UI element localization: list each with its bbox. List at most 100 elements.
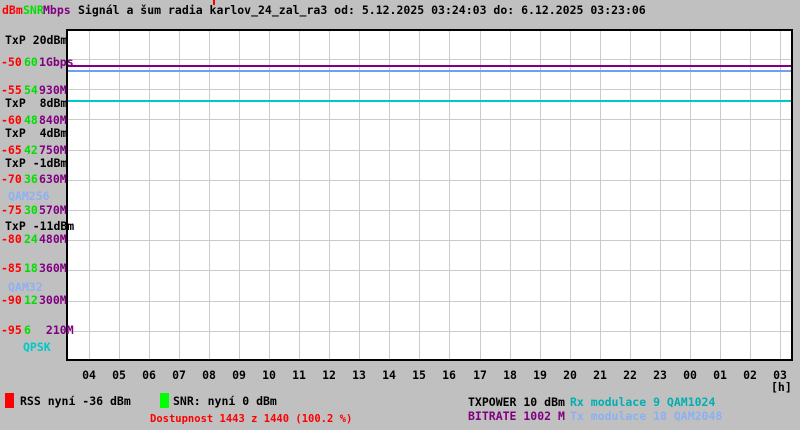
vertical-gridline (89, 31, 90, 359)
mbps-tick: 570M (39, 203, 67, 217)
snr-tick: 18 (24, 261, 38, 275)
x-axis-tick-label: 22 (623, 368, 637, 382)
vertical-gridline (600, 31, 601, 359)
x-axis-tick-label: 05 (112, 368, 126, 382)
vertical-gridline (359, 31, 360, 359)
x-axis-tick-label: 21 (593, 368, 607, 382)
y-axis-row: -85 18 360M (0, 262, 80, 275)
x-axis-tick-label: 02 (743, 368, 757, 382)
unit-mbps-label: Mbps (43, 3, 71, 17)
dbm-tick: -85 (1, 261, 22, 275)
tx-modulace-line (68, 70, 791, 72)
rss-swatch (5, 393, 14, 408)
vertical-gridline (119, 31, 120, 359)
horizontal-gridline (68, 301, 791, 302)
vertical-gridline (449, 31, 450, 359)
y-axis-row: -75 30 570M (0, 204, 80, 217)
vertical-gridline (149, 31, 150, 359)
y-axis-row: QAM256 (0, 190, 80, 203)
rx-modulace-line (68, 100, 791, 102)
x-axis-tick-label: 14 (382, 368, 396, 382)
dbm-tick: -80 (1, 232, 22, 246)
plot-area (66, 29, 793, 361)
snr-swatch (160, 393, 169, 408)
vertical-gridline (540, 31, 541, 359)
x-axis-tick-label: 04 (82, 368, 96, 382)
vertical-gridline (389, 31, 390, 359)
txpower-label: TXPOWER 10 dBm (468, 395, 565, 409)
y-axis-row: -50 60 1Gbps (0, 56, 80, 69)
dbm-tick: -75 (1, 203, 22, 217)
mbps-tick: 360M (39, 261, 67, 275)
x-axis-tick-label: 16 (442, 368, 456, 382)
chart-title: Signál a šum radia karlov_24_zal_ra3 od:… (78, 3, 646, 17)
bitrate-line (68, 65, 791, 67)
txp-tick: TxP -1dBm (5, 156, 68, 170)
x-axis-tick-label: 06 (142, 368, 156, 382)
txp-tick: TxP 4dBm (5, 126, 68, 140)
mbps-tick: 630M (39, 172, 67, 186)
vertical-gridline (329, 31, 330, 359)
rx-modulation-label: Rx modulace 9 QAM1024 (570, 395, 716, 409)
dbm-tick: -95 (1, 323, 22, 337)
x-axis-tick-label: 23 (653, 368, 667, 382)
txp-tick: TxP 20dBm (5, 33, 68, 47)
x-axis-tick-label: 19 (533, 368, 547, 382)
x-axis-tick-label: 15 (412, 368, 426, 382)
unit-dbm-label: dBm (2, 3, 23, 17)
snr-tick: 6 (24, 323, 31, 337)
vertical-gridline (419, 31, 420, 359)
dbm-tick: -50 (1, 55, 22, 69)
y-axis-row: -95 6 210M (0, 324, 80, 337)
bitrate-label: BITRATE 1002 M (468, 409, 565, 423)
y-axis-row: TxP -1dBm (0, 157, 80, 170)
horizontal-gridline (68, 240, 791, 241)
horizontal-gridline (68, 210, 791, 211)
red-tick-mark (213, 0, 215, 5)
y-axis-row: QPSK (0, 341, 80, 354)
x-axis-unit-label: [h] (771, 380, 792, 394)
y-axis-row: -70 36 630M (0, 173, 80, 186)
tx-modulation-label: Tx modulace 10 QAM2048 (570, 409, 723, 423)
horizontal-gridline (68, 119, 791, 120)
snr-tick: 36 (24, 172, 38, 186)
x-axis-tick-label: 11 (292, 368, 306, 382)
mbps-tick: 210M (39, 323, 74, 337)
y-axis-row: -80 24 480M (0, 233, 80, 246)
horizontal-gridline (68, 270, 791, 271)
vertical-gridline (660, 31, 661, 359)
x-axis-tick-label: 07 (172, 368, 186, 382)
rss-legend-label: RSS nyní -36 dBm (20, 394, 131, 408)
x-axis-tick-label: 12 (322, 368, 336, 382)
snr-tick: 30 (24, 203, 38, 217)
snr-tick: 60 (24, 55, 38, 69)
mbps-tick: 300M (39, 293, 67, 307)
vertical-gridline (269, 31, 270, 359)
x-axis-tick-label: 17 (473, 368, 487, 382)
x-axis-tick-label: 18 (503, 368, 517, 382)
y-axis-row: -90 12 300M (0, 294, 80, 307)
vertical-gridline (690, 31, 691, 359)
x-axis-tick-label: 13 (352, 368, 366, 382)
y-axis-row: TxP 8dBm (0, 97, 80, 110)
y-axis-row: TxP 4dBm (0, 127, 80, 140)
vertical-gridline (780, 31, 781, 359)
dbm-tick: -90 (1, 293, 22, 307)
vertical-gridline (720, 31, 721, 359)
horizontal-gridline (68, 89, 791, 90)
vertical-gridline (510, 31, 511, 359)
x-axis-tick-label: 20 (563, 368, 577, 382)
snr-tick: 24 (24, 232, 38, 246)
snr-tick: 12 (24, 293, 38, 307)
dbm-tick: -70 (1, 172, 22, 186)
vertical-gridline (179, 31, 180, 359)
mbps-tick: 480M (39, 232, 67, 246)
unit-snr-label: SNR (23, 3, 44, 17)
x-axis-tick-label: 08 (202, 368, 216, 382)
vertical-gridline (750, 31, 751, 359)
vertical-gridline (630, 31, 631, 359)
modulation-tick: QAM256 (8, 189, 50, 203)
y-axis-row: TxP 20dBm (0, 34, 80, 47)
modulation-tick: QPSK (23, 340, 51, 354)
x-axis-tick-label: 09 (232, 368, 246, 382)
